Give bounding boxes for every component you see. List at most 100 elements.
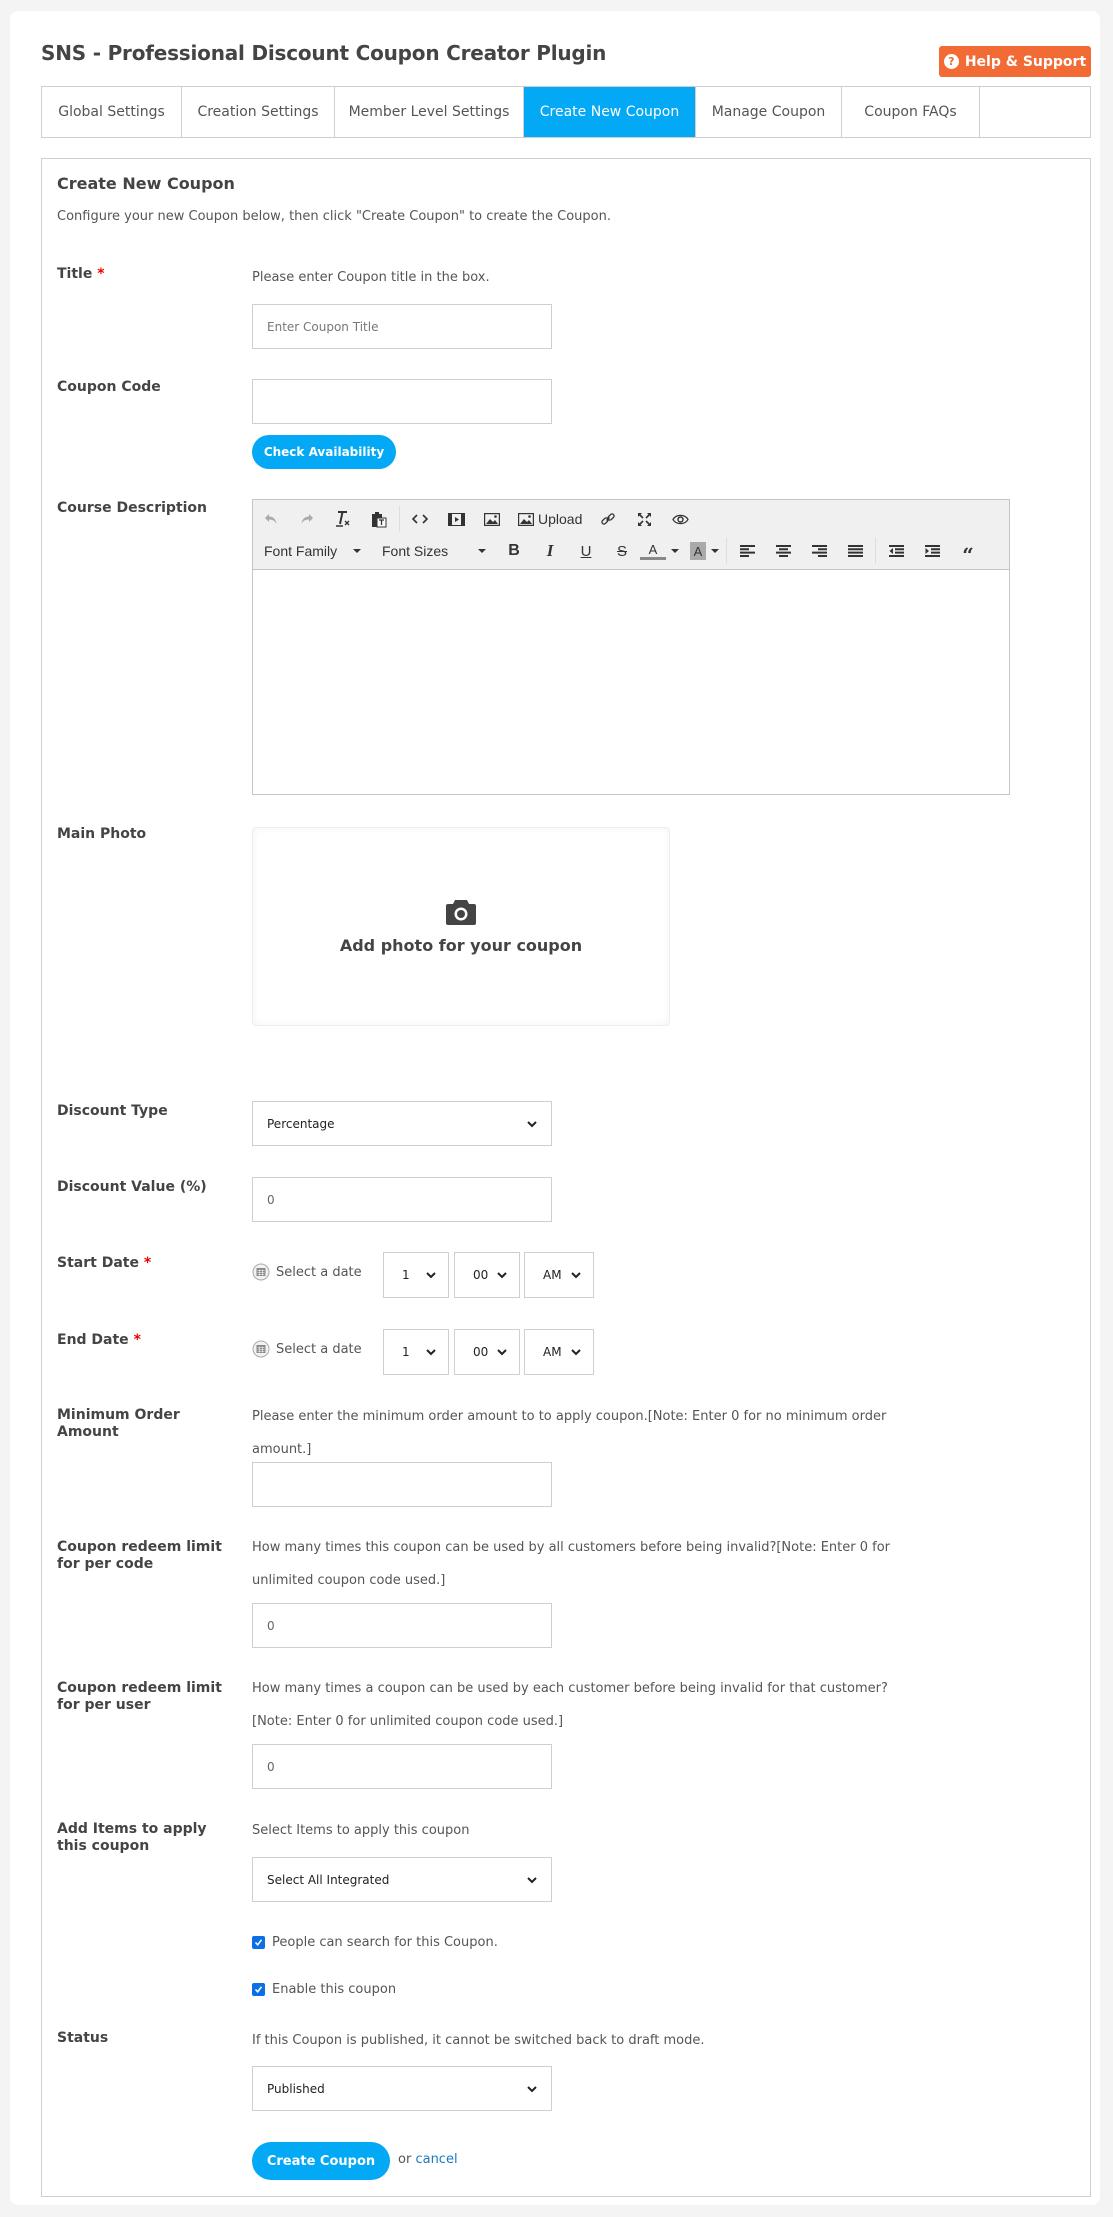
tab-create-new-coupon[interactable]: Create New Coupon	[524, 87, 696, 137]
paste-text-icon[interactable]	[361, 505, 397, 533]
tab-bar: Global Settings Creation Settings Member…	[41, 86, 1091, 138]
coupon-code-input[interactable]	[252, 379, 552, 424]
page-card: SNS - Professional Discount Coupon Creat…	[10, 11, 1100, 2205]
link-icon[interactable]	[590, 505, 626, 533]
caret-down-icon	[353, 549, 361, 553]
chevron-down-icon	[527, 1876, 537, 1883]
create-coupon-button[interactable]: Create Coupon	[252, 2142, 390, 2180]
start-minute-select[interactable]: 00	[454, 1252, 520, 1298]
background-color-icon[interactable]: A	[690, 542, 706, 560]
discount-type-value: Percentage	[267, 1116, 335, 1131]
tab-bar-filler	[980, 87, 1090, 137]
start-date-picker[interactable]: Select a date	[252, 1263, 362, 1281]
calendar-icon	[252, 1263, 270, 1281]
main-photo-label: Main Photo	[57, 826, 147, 842]
tab-label: Create New Coupon	[539, 104, 680, 120]
start-date-label-text: Start Date	[57, 1255, 139, 1271]
indent-icon[interactable]	[914, 537, 950, 565]
coupon-code-label: Coupon Code	[57, 379, 161, 395]
end-meridiem-select[interactable]: AM	[524, 1329, 594, 1375]
font-family-label: Font Family	[264, 543, 338, 559]
italic-icon[interactable]: I	[532, 537, 568, 565]
searchable-checkbox-label: People can search for this Coupon.	[272, 1935, 498, 1950]
discount-value-label: Discount Value (%)	[57, 1179, 207, 1195]
limit-per-user-input[interactable]	[252, 1744, 552, 1789]
media-icon[interactable]	[438, 505, 474, 533]
start-meridiem-value: AM	[543, 1268, 562, 1282]
end-date-label-text: End Date	[57, 1332, 129, 1348]
tab-global-settings[interactable]: Global Settings	[42, 87, 182, 137]
align-center-icon[interactable]	[765, 537, 801, 565]
chevron-down-icon	[426, 1349, 436, 1356]
required-marker: *	[97, 266, 105, 282]
image-icon[interactable]	[474, 505, 510, 533]
cancel-link[interactable]: cancel	[415, 2152, 457, 2167]
items-select[interactable]: Select All Integrated	[252, 1857, 552, 1902]
limit-per-code-input[interactable]	[252, 1603, 552, 1648]
create-coupon-form: Create New Coupon Configure your new Cou…	[41, 158, 1091, 2197]
undo-icon[interactable]	[253, 505, 289, 533]
tab-coupon-faqs[interactable]: Coupon FAQs	[842, 87, 980, 137]
searchable-checkbox[interactable]	[252, 1936, 265, 1949]
font-sizes-dropdown[interactable]: Font Sizes	[371, 543, 496, 559]
limit-per-code-label: Coupon redeem limit for per code	[57, 1539, 222, 1572]
enable-checkbox-label: Enable this coupon	[272, 1982, 397, 1997]
align-justify-icon[interactable]	[837, 537, 873, 565]
start-date-label: Start Date *	[57, 1255, 237, 1272]
preview-icon[interactable]	[662, 505, 698, 533]
photo-upload-area[interactable]: Add photo for your coupon	[252, 827, 670, 1026]
start-meridiem-select[interactable]: AM	[524, 1252, 594, 1298]
toolbar-separator	[399, 506, 400, 532]
code-icon[interactable]	[402, 505, 438, 533]
tab-manage-coupon[interactable]: Manage Coupon	[696, 87, 842, 137]
status-select[interactable]: Published	[252, 2066, 552, 2111]
end-minute-select[interactable]: 00	[454, 1329, 520, 1375]
min-order-input[interactable]	[252, 1462, 552, 1507]
tab-member-level-settings[interactable]: Member Level Settings	[335, 87, 524, 137]
discount-type-label: Discount Type	[57, 1103, 168, 1119]
min-order-label: Minimum Order Amount	[57, 1407, 180, 1440]
min-order-hint: Please enter the minimum order amount to…	[252, 1409, 887, 1457]
editor-toolbar-row-2: Font Family Font Sizes B I U S A A “	[253, 535, 986, 567]
background-color-dropdown[interactable]	[706, 537, 724, 565]
or-text: or	[398, 2152, 412, 2167]
blockquote-icon[interactable]: “	[950, 537, 986, 567]
end-minute-value: 00	[473, 1345, 489, 1359]
align-left-icon[interactable]	[729, 537, 765, 565]
bold-icon[interactable]: B	[496, 537, 532, 565]
upload-image-icon	[518, 512, 534, 526]
enable-checkbox[interactable]	[252, 1983, 265, 1996]
searchable-checkbox-row[interactable]: People can search for this Coupon.	[252, 1935, 498, 1950]
form-description: Configure your new Coupon below, then cl…	[57, 209, 611, 224]
tab-label: Global Settings	[58, 104, 165, 120]
clear-formatting-icon[interactable]	[325, 505, 361, 533]
end-date-picker[interactable]: Select a date	[252, 1340, 362, 1358]
caret-down-icon	[478, 549, 486, 553]
tab-label: Manage Coupon	[711, 104, 826, 120]
editor-content-area[interactable]	[253, 570, 1009, 794]
title-input[interactable]	[252, 304, 552, 349]
end-hour-select[interactable]: 1	[383, 1329, 449, 1375]
fullscreen-icon[interactable]	[626, 505, 662, 533]
underline-icon[interactable]: U	[568, 537, 604, 565]
enable-checkbox-row[interactable]: Enable this coupon	[252, 1982, 396, 1997]
redo-icon[interactable]	[289, 505, 325, 533]
strikethrough-icon[interactable]: S	[604, 537, 640, 565]
tab-creation-settings[interactable]: Creation Settings	[182, 87, 335, 137]
add-photo-label: Add photo for your coupon	[339, 936, 583, 955]
align-right-icon[interactable]	[801, 537, 837, 565]
items-hint: Select Items to apply this coupon	[252, 1823, 470, 1838]
outdent-icon[interactable]	[878, 537, 914, 565]
text-color-icon[interactable]: A	[640, 542, 666, 560]
discount-value-input[interactable]	[252, 1177, 552, 1222]
discount-type-select[interactable]: Percentage	[252, 1101, 552, 1146]
help-support-button[interactable]: ? Help & Support	[939, 46, 1091, 77]
start-minute-value: 00	[473, 1268, 489, 1282]
chevron-down-icon	[571, 1272, 581, 1279]
upload-image-button[interactable]: Upload	[510, 505, 590, 533]
start-hour-select[interactable]: 1	[383, 1252, 449, 1298]
font-family-dropdown[interactable]: Font Family	[253, 543, 371, 559]
text-color-dropdown[interactable]	[666, 537, 684, 565]
check-availability-button[interactable]: Check Availability	[252, 435, 396, 469]
end-date-label: End Date *	[57, 1332, 237, 1349]
